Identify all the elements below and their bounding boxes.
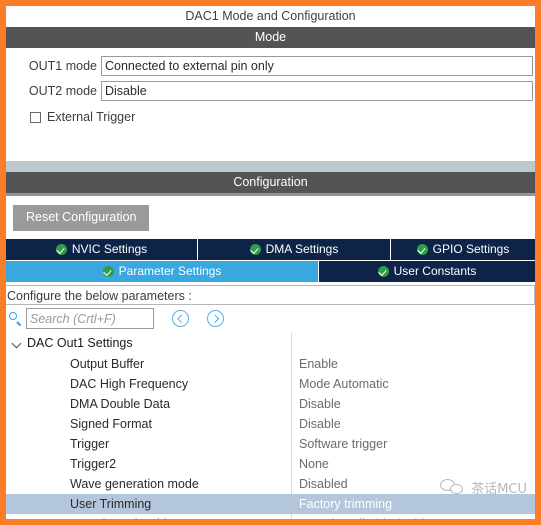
param-value[interactable]: Software trigger	[291, 437, 535, 451]
out1-mode-select[interactable]: Connected to external pin only	[101, 55, 533, 76]
search-row	[6, 304, 535, 333]
tab-parameter-settings[interactable]: Parameter Settings	[6, 260, 319, 282]
parameters-hint: Configure the below parameters :	[6, 284, 535, 305]
green-check-icon	[55, 243, 67, 255]
tab-nvic-settings[interactable]: NVIC Settings	[6, 238, 198, 260]
mode-body-spacer	[6, 128, 535, 161]
param-name: DAC High Frequency	[70, 376, 189, 391]
table-row[interactable]: Signed Format Disable	[6, 414, 535, 434]
param-name: Wave generation mode	[70, 476, 199, 491]
configuration-section-body: Reset Configuration NVIC Settings DMA Se…	[6, 196, 535, 525]
green-check-icon	[102, 265, 114, 277]
tree-group-dac-out1-settings[interactable]: DAC Out1 Settings	[6, 333, 535, 354]
out1-mode-row: OUT1 mode Connected to external pin only	[6, 55, 535, 76]
param-value[interactable]: Disabled	[291, 477, 535, 491]
chevron-left-circle-icon[interactable]	[172, 310, 189, 327]
external-trigger-label: External Trigger	[47, 110, 136, 124]
param-value[interactable]: Disable	[291, 417, 535, 431]
param-name: Signed Format	[70, 416, 152, 431]
tree-group-label: DAC Out1 Settings	[27, 336, 133, 350]
param-name: DMA Double Data	[70, 396, 171, 411]
param-value[interactable]: Sampleandhold Disable	[291, 517, 535, 520]
parameters-tree: DAC Out1 Settings Output Buffer Enable D…	[6, 332, 535, 525]
out2-mode-row: OUT2 mode Disable	[6, 80, 535, 101]
green-check-icon	[416, 243, 428, 255]
out2-mode-select[interactable]: Disable	[101, 80, 533, 101]
configuration-section-header: Configuration	[6, 172, 535, 193]
external-trigger-checkbox[interactable]	[30, 111, 41, 123]
reset-button-wrap: Reset Configuration	[6, 196, 535, 239]
tab-user-constants-label: User Constants	[393, 264, 477, 278]
tab-user-constants[interactable]: User Constants	[319, 260, 535, 282]
param-name: Output Buffer	[70, 356, 145, 371]
param-name: User Trimming	[70, 496, 152, 511]
table-row-selected[interactable]: User Trimming Factory trimming	[6, 493, 535, 514]
tab-nvic-settings-label: NVIC Settings	[71, 242, 148, 256]
out1-mode-label: OUT1 mode	[28, 58, 97, 73]
external-trigger-row[interactable]: External Trigger	[6, 106, 535, 128]
table-row[interactable]: Sample And Hold Sampleandhold Disable	[6, 514, 535, 525]
window-title: DAC1 Mode and Configuration	[6, 6, 535, 27]
param-name: Trigger2	[70, 456, 117, 471]
param-name: Trigger	[70, 436, 110, 451]
table-row[interactable]: DMA Double Data Disable	[6, 394, 535, 414]
param-name: Sample And Hold	[70, 516, 167, 525]
param-value[interactable]: Enable	[291, 357, 535, 371]
search-icon	[8, 311, 23, 326]
chevron-right-circle-icon[interactable]	[207, 310, 224, 327]
tab-gpio-settings[interactable]: GPIO Settings	[391, 238, 535, 260]
param-value[interactable]: Factory trimming	[291, 496, 535, 511]
green-check-icon	[249, 243, 261, 255]
reset-configuration-button[interactable]: Reset Configuration	[13, 205, 150, 231]
table-row[interactable]: Trigger2 None	[6, 454, 535, 474]
tab-parameter-settings-label: Parameter Settings	[118, 264, 222, 278]
table-row[interactable]: DAC High Frequency Mode Automatic	[6, 374, 535, 394]
dac1-configuration-window: DAC1 Mode and Configuration Mode OUT1 mo…	[0, 0, 541, 525]
section-separator-strip	[6, 161, 535, 172]
table-row[interactable]: Output Buffer Enable	[6, 354, 535, 374]
tab-dma-settings-label: DMA Settings	[265, 242, 339, 256]
tab-dma-settings[interactable]: DMA Settings	[198, 238, 391, 260]
search-input[interactable]	[26, 308, 154, 329]
green-check-icon	[377, 265, 389, 277]
param-value[interactable]: Mode Automatic	[291, 377, 535, 391]
param-value[interactable]: Disable	[291, 397, 535, 411]
table-row[interactable]: Trigger Software trigger	[6, 434, 535, 454]
tab-gpio-settings-label: GPIO Settings	[432, 242, 510, 256]
param-value[interactable]: None	[291, 457, 535, 471]
settings-tab-row-1: NVIC Settings DMA Settings GPIO Settings	[6, 238, 535, 260]
mode-section-body: OUT1 mode Connected to external pin only…	[6, 48, 535, 161]
table-row[interactable]: Wave generation mode Disabled	[6, 474, 535, 494]
settings-tab-row-2: Parameter Settings User Constants	[6, 260, 535, 282]
out2-mode-label: OUT2 mode	[28, 83, 97, 98]
mode-section-header: Mode	[6, 27, 535, 48]
chevron-down-icon[interactable]	[10, 337, 23, 350]
